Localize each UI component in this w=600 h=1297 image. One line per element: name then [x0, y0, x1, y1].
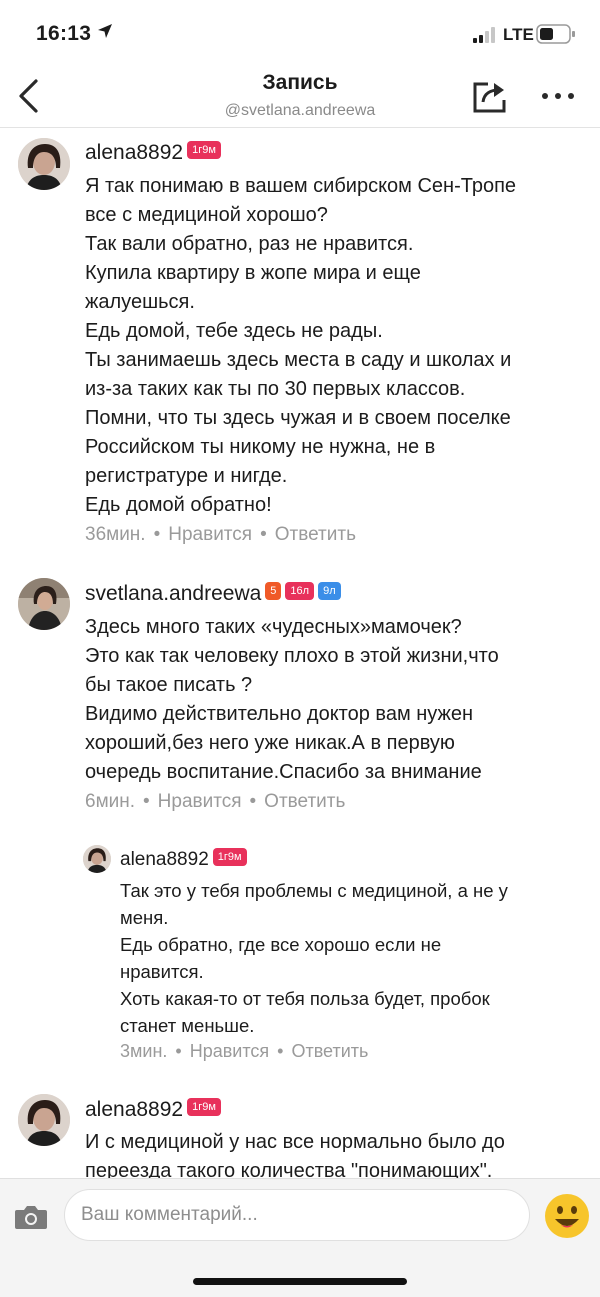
badge: 1г9м	[187, 1098, 221, 1117]
signal-icon	[473, 27, 495, 43]
camera-icon[interactable]	[14, 1204, 48, 1230]
bottom-safe-area	[0, 1255, 600, 1297]
comment-meta: 6мин. • Нравится • Ответить	[85, 791, 346, 812]
reply-button[interactable]: Ответить	[264, 791, 345, 812]
status-bar: 16:13 LTE	[0, 0, 600, 60]
badge: 9л	[318, 582, 341, 601]
like-button[interactable]: Нравится	[168, 524, 252, 545]
network-label: LTE	[503, 25, 534, 44]
comment-username[interactable]: svetlana.andreewa 5 16л 9л	[85, 582, 341, 606]
page-subtitle: @svetlana.andreewa	[224, 102, 376, 119]
comment-meta: 3мин. • Нравится • Ответить	[120, 1041, 369, 1061]
badge: 16л	[285, 582, 315, 601]
comment-username[interactable]: alena8892 1г9м	[85, 141, 221, 165]
home-indicator	[193, 1278, 407, 1285]
comment-username[interactable]: alena8892 1г9м	[85, 1098, 221, 1122]
nav-bar: Запись @svetlana.andreewa	[0, 60, 600, 128]
badge: 5	[265, 582, 282, 601]
comment-input[interactable]	[64, 1189, 530, 1241]
avatar[interactable]	[83, 845, 111, 873]
comment-username[interactable]: alena8892 1г9м	[120, 847, 247, 871]
comment-time: 36мин.	[85, 524, 146, 545]
reply-button[interactable]: Ответить	[275, 524, 356, 545]
badge: 1г9м	[187, 141, 221, 160]
comment-time: 3мин.	[120, 1041, 168, 1061]
badge: 1г9м	[212, 847, 247, 866]
battery-icon	[536, 24, 575, 44]
status-time: 16:13	[36, 22, 92, 45]
smiley-emoji-icon[interactable]	[544, 1193, 590, 1239]
more-icon[interactable]	[540, 91, 576, 101]
share-icon[interactable]	[472, 78, 508, 114]
avatar[interactable]	[18, 578, 70, 630]
page-title: Запись	[262, 71, 338, 94]
comment-text: Здесь много таких «чудесных»мамочек? Это…	[85, 616, 499, 783]
like-button[interactable]: Нравится	[158, 791, 242, 812]
comment-input-bar	[0, 1178, 600, 1256]
location-arrow-icon	[98, 24, 112, 38]
avatar[interactable]	[18, 138, 70, 190]
comment-meta: 36мин. • Нравится • Ответить	[85, 524, 356, 545]
comment-text: Так это у тебя проблемы с медициной, а н…	[120, 880, 508, 1036]
like-button[interactable]: Нравится	[190, 1041, 269, 1061]
comment-text: Я так понимаю в вашем сибирском Сен-Троп…	[85, 175, 517, 516]
reply-button[interactable]: Ответить	[291, 1041, 368, 1061]
comment-time: 6мин.	[85, 791, 136, 812]
avatar[interactable]	[18, 1094, 70, 1146]
